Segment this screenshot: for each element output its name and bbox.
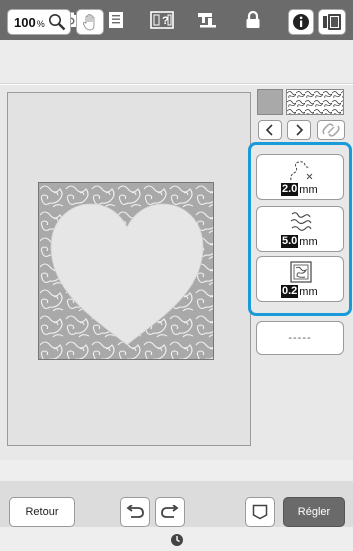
zoom-value: 100 — [14, 14, 36, 30]
arrow-left-icon — [265, 124, 275, 136]
back-button[interactable]: Retour — [9, 497, 75, 527]
zoom-unit: % — [36, 18, 45, 29]
stitch-length-setting[interactable]: 2.0 mm — [256, 154, 344, 200]
arrow-right-icon — [294, 124, 304, 136]
link-button[interactable] — [317, 120, 345, 140]
redo-icon — [160, 505, 180, 519]
document-icon[interactable] — [103, 8, 129, 32]
stippling-pattern-preview — [38, 182, 214, 360]
clock-icon — [170, 533, 184, 547]
offset-setting[interactable]: 0.2 mm — [256, 256, 344, 302]
magnifier-icon — [48, 13, 66, 31]
set-button-label: Régler — [297, 506, 331, 518]
zoom-button[interactable]: 100 % — [7, 9, 71, 35]
previous-button[interactable] — [258, 120, 282, 140]
shape-button[interactable] — [245, 497, 275, 527]
link-icon — [321, 123, 341, 137]
color-swatch[interactable] — [257, 89, 283, 115]
shape-icon — [252, 504, 268, 520]
sewing-machine-icon[interactable] — [194, 8, 220, 32]
stippling-distance-setting[interactable]: 5.0 mm — [256, 206, 344, 252]
set-button[interactable]: Régler — [283, 497, 345, 527]
hand-icon — [82, 13, 98, 31]
help-icon[interactable]: ? — [149, 8, 175, 32]
stippling-distance-value: 5.0 — [281, 235, 299, 248]
hand-pan-button[interactable] — [76, 9, 104, 35]
stitch-length-value: 2.0 — [281, 183, 299, 196]
screen-icon — [322, 13, 342, 31]
next-button[interactable] — [287, 120, 311, 140]
undo-icon — [125, 505, 145, 519]
extra-setting-value: ----- — [288, 332, 312, 344]
extra-setting[interactable]: ----- — [256, 321, 344, 355]
info-icon — [292, 13, 310, 31]
back-button-label: Retour — [25, 506, 59, 518]
offset-unit: mm — [299, 285, 318, 298]
offset-value: 0.2 — [281, 285, 299, 298]
stippling-distance-icon — [286, 210, 316, 234]
stitch-length-icon — [286, 158, 316, 182]
stitch-length-unit: mm — [299, 183, 318, 196]
lock-icon[interactable] — [240, 8, 266, 32]
redo-button[interactable] — [155, 497, 185, 527]
offset-icon — [286, 260, 316, 284]
undo-button[interactable] — [120, 497, 150, 527]
stippling-distance-unit: mm — [299, 235, 318, 248]
screen-button[interactable] — [318, 9, 346, 35]
toolbar — [0, 40, 353, 84]
info-button[interactable] — [288, 9, 314, 35]
pattern-thumbnail[interactable] — [286, 89, 344, 115]
